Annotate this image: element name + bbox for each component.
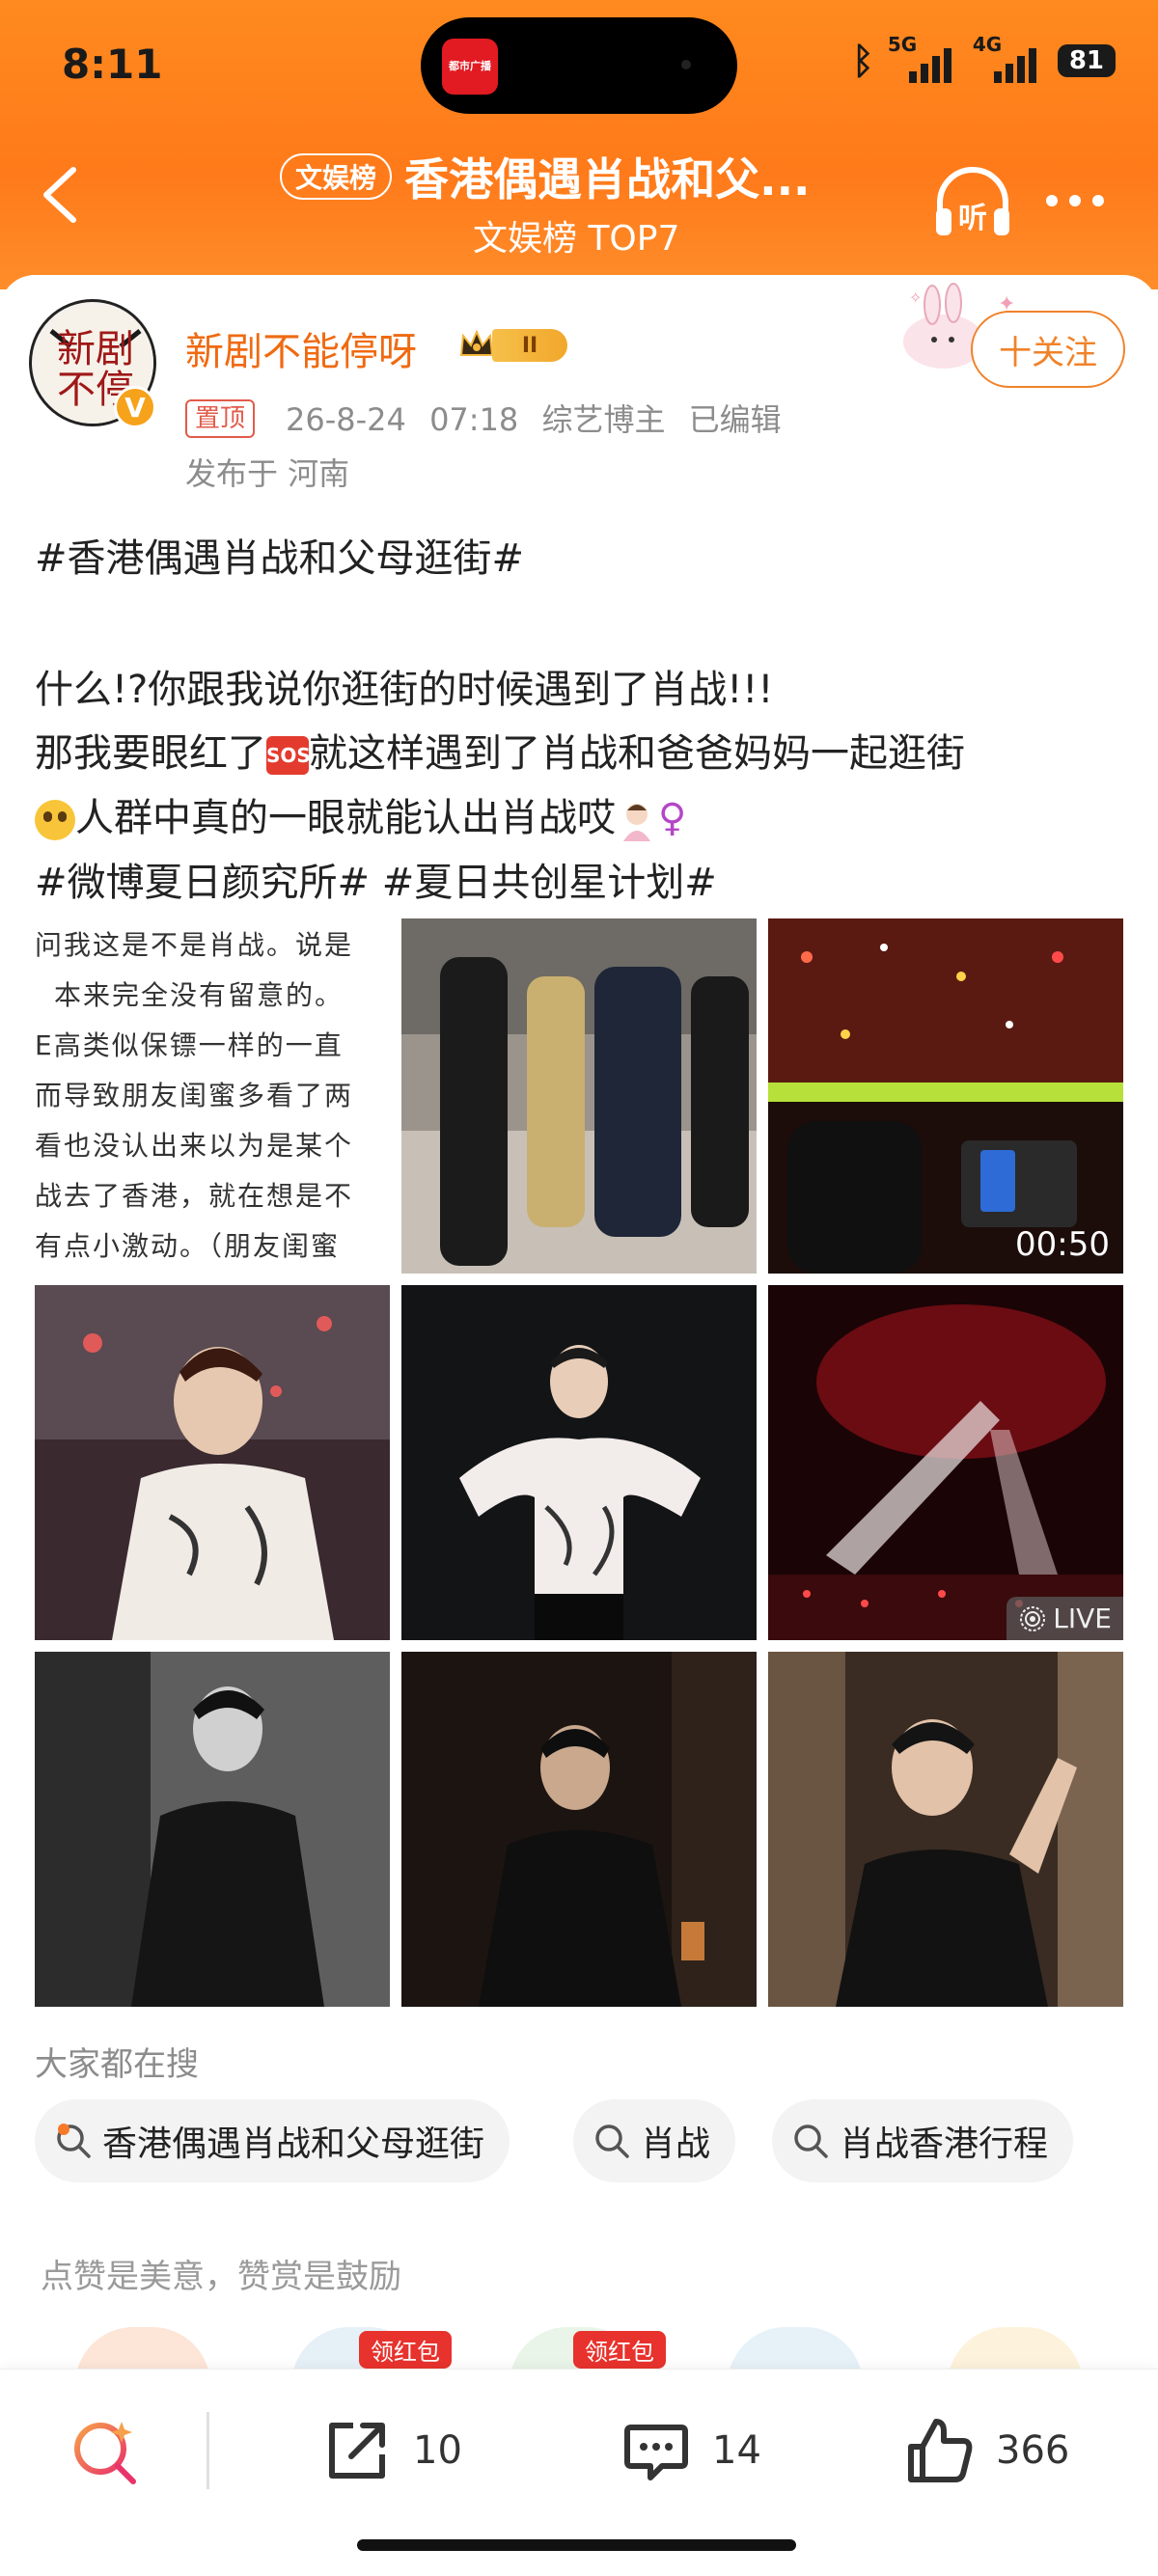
post-text-line-2: 那我要眼红了SOS就这样遇到了肖战和爸爸妈妈一起逛街 [35, 731, 965, 776]
bottom-divider [207, 2412, 209, 2489]
photo-street-crowd[interactable] [401, 918, 757, 1274]
livephoto-concert-red[interactable]: LIVE [768, 1285, 1123, 1640]
photo-singing-stage[interactable] [401, 1285, 757, 1640]
listen-label: 听 [958, 202, 987, 235]
pleading-face-icon [35, 800, 75, 840]
photo-bw-suit[interactable] [35, 1652, 390, 2007]
signal-4g-icon: 4G [973, 33, 1044, 83]
bluetooth-icon: ᛒ [852, 40, 874, 82]
status-icons: ᛒ 5G 4G 81 [852, 33, 1116, 83]
share-count: 10 [413, 2428, 462, 2473]
share-button[interactable]: 10 [318, 2412, 462, 2489]
like-count: 366 [996, 2428, 1070, 2473]
red-packet-badge-1[interactable]: 领红包 [359, 2331, 452, 2369]
live-photo-badge: LIVE [1006, 1597, 1123, 1640]
comment-button[interactable]: 14 [618, 2412, 761, 2489]
camera-dot [681, 60, 691, 69]
crown-icon [459, 329, 494, 356]
svg-text:✧: ✧ [909, 288, 922, 307]
home-indicator[interactable] [357, 2539, 796, 2551]
fan-rank-badge[interactable]: II [457, 326, 569, 365]
page-title: 香港偶遇肖战和父... [404, 153, 811, 206]
search-chip-1[interactable]: 香港偶遇肖战和父母逛街 [35, 2099, 510, 2182]
pinned-tag: 置顶 [185, 399, 256, 438]
encourage-text: 点赞是美意，赞赏是鼓励 [41, 2258, 401, 2296]
battery-indicator: 81 [1057, 44, 1116, 77]
nav-title-group[interactable]: 文娱榜 香港偶遇肖战和父... [280, 145, 878, 208]
comment-icon [624, 2425, 688, 2480]
search-icon [595, 2124, 629, 2158]
person-facepalm-icon [623, 804, 650, 841]
topic-hashtag[interactable]: #香港偶遇肖战和父母逛街# [35, 527, 524, 583]
photo-text-screenshot[interactable]: 问我这是不是肖战。说是 本来完全没有留意的。 E高类似保镖一样的一直 而导致朋友… [35, 918, 390, 1274]
hot-search-icon [57, 2124, 91, 2158]
like-button[interactable]: 366 [901, 2412, 1069, 2489]
search-chip-3[interactable]: 肖战香港行程 [772, 2099, 1074, 2182]
comment-count: 14 [712, 2428, 761, 2473]
search-section-heading: 大家都在搜 [35, 2045, 199, 2084]
red-packet-badge-2[interactable]: 领红包 [573, 2331, 666, 2369]
back-arrow-icon[interactable] [39, 166, 81, 224]
photo-window-pose[interactable] [768, 1652, 1123, 2007]
status-time: 8:11 [62, 41, 163, 88]
signal-5g-icon: 5G [888, 33, 959, 83]
dynamic-island: 都市广播 [421, 17, 737, 114]
more-options-icon[interactable] [1046, 195, 1104, 206]
island-app-icon[interactable]: 都市广播 [442, 39, 498, 95]
page-subtitle: 文娱榜 TOP7 [473, 219, 680, 259]
search-chip-2[interactable]: 肖战 [573, 2099, 736, 2182]
ai-search-icon [74, 2422, 136, 2484]
ai-search-button[interactable] [68, 2412, 145, 2489]
female-sign-icon: ♀ [658, 796, 687, 840]
video-duration: 00:50 [1015, 1225, 1110, 1264]
thumbs-up-icon [908, 2419, 973, 2482]
follow-button[interactable]: 十关注 [971, 311, 1125, 388]
board-tag: 文娱榜 [280, 153, 393, 200]
photo-white-shirt-stage[interactable] [35, 1285, 390, 1640]
verified-badge-icon: V [114, 386, 156, 428]
post-location: 发布于 河南 [185, 455, 350, 492]
post-meta: 26-8-24 07:18 综艺博主 已编辑 [286, 401, 782, 438]
photo-dark-room[interactable] [401, 1652, 757, 2007]
post-tags[interactable]: #微博夏日颜究所# #夏日共创星计划# [35, 851, 717, 907]
search-icon [794, 2124, 828, 2158]
post-text-line-3: 人群中真的一眼就能认出肖战哎 ♀ [35, 786, 686, 842]
live-photo-icon [1020, 1605, 1046, 1631]
sos-emoji-icon: SOS [266, 736, 311, 775]
author-name[interactable]: 新剧不能停呀 [185, 320, 417, 376]
rank-level: II [492, 329, 567, 362]
share-icon [329, 2423, 385, 2479]
svg-text:新剧: 新剧 [57, 327, 134, 371]
headphone-listen-icon[interactable]: 听 [932, 164, 1013, 241]
post-text-line-1: 什么!?你跟我说你逛街的时候遇到了肖战!!! [35, 668, 774, 712]
video-concert-crowd[interactable]: 00:50 [768, 918, 1123, 1274]
